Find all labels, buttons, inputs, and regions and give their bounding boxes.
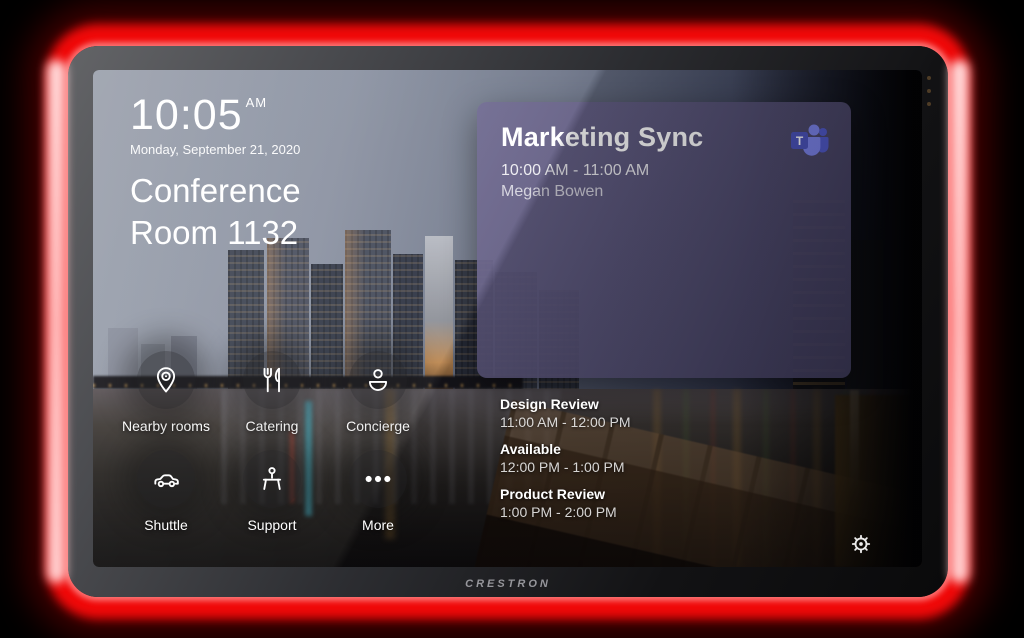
led-glow-right (950, 60, 969, 583)
action-label: Concierge (346, 418, 410, 434)
room-panel-device: 10:05AM Monday, September 21, 2020 Confe… (68, 46, 948, 597)
map-pin-icon (151, 365, 181, 395)
nearby-rooms-button[interactable]: Nearby rooms (113, 351, 219, 434)
catering-button[interactable]: Catering (219, 351, 325, 434)
action-label: Nearby rooms (122, 418, 210, 434)
meeting-time: 10:00 AM - 11:00 AM (501, 162, 827, 180)
panel-screen: 10:05AM Monday, September 21, 2020 Confe… (93, 70, 922, 567)
time-text: 10:05 (130, 91, 243, 139)
schedule-item[interactable]: Available 12:00 PM - 1:00 PM (500, 441, 820, 476)
schedule-item-title: Product Review (500, 486, 820, 503)
concierge-button[interactable]: Concierge (325, 351, 431, 434)
upcoming-schedule: Design Review 11:00 AM - 12:00 PM Availa… (500, 396, 820, 531)
ellipsis-icon (362, 463, 394, 495)
action-label: More (362, 517, 394, 533)
schedule-item-time: 1:00 PM - 2:00 PM (500, 504, 820, 521)
support-desk-icon (257, 464, 287, 494)
meeting-title: Marketing Sync (501, 122, 827, 153)
current-meeting-card[interactable]: Marketing Sync 10:00 AM - 11:00 AM Megan… (477, 102, 851, 378)
concierge-icon (363, 365, 393, 395)
microsoft-teams-icon: T (789, 122, 829, 158)
gear-icon[interactable] (848, 531, 874, 557)
more-button[interactable]: More (325, 450, 431, 533)
crestron-logo: CRESTRON (68, 578, 948, 590)
utensils-icon (257, 365, 287, 395)
shuttle-button[interactable]: Shuttle (113, 450, 219, 533)
schedule-item[interactable]: Design Review 11:00 AM - 12:00 PM (500, 396, 820, 431)
meridiem-text: AM (246, 95, 268, 110)
schedule-item-title: Design Review (500, 396, 820, 413)
screenshot-stage: 10:05AM Monday, September 21, 2020 Confe… (0, 0, 1024, 638)
action-label: Support (247, 517, 296, 533)
camera-sensor (927, 76, 931, 106)
action-label: Catering (246, 418, 299, 434)
clock-block: 10:05AM Monday, September 21, 2020 (130, 92, 300, 157)
led-glow-left (47, 60, 66, 583)
action-label: Shuttle (144, 517, 188, 533)
quick-actions: Nearby rooms Catering Concierge Shuttle … (113, 351, 431, 533)
car-icon (150, 463, 182, 495)
room-name: Conference Room 1132 (130, 170, 390, 254)
svg-text:T: T (796, 134, 804, 148)
date-text: Monday, September 21, 2020 (130, 142, 300, 157)
schedule-item-time: 12:00 PM - 1:00 PM (500, 459, 820, 476)
schedule-item-time: 11:00 AM - 12:00 PM (500, 414, 820, 431)
schedule-item[interactable]: Product Review 1:00 PM - 2:00 PM (500, 486, 820, 521)
meeting-organizer: Megan Bowen (501, 183, 827, 201)
light-pillar (850, 390, 859, 502)
support-button[interactable]: Support (219, 450, 325, 533)
schedule-item-title: Available (500, 441, 820, 458)
